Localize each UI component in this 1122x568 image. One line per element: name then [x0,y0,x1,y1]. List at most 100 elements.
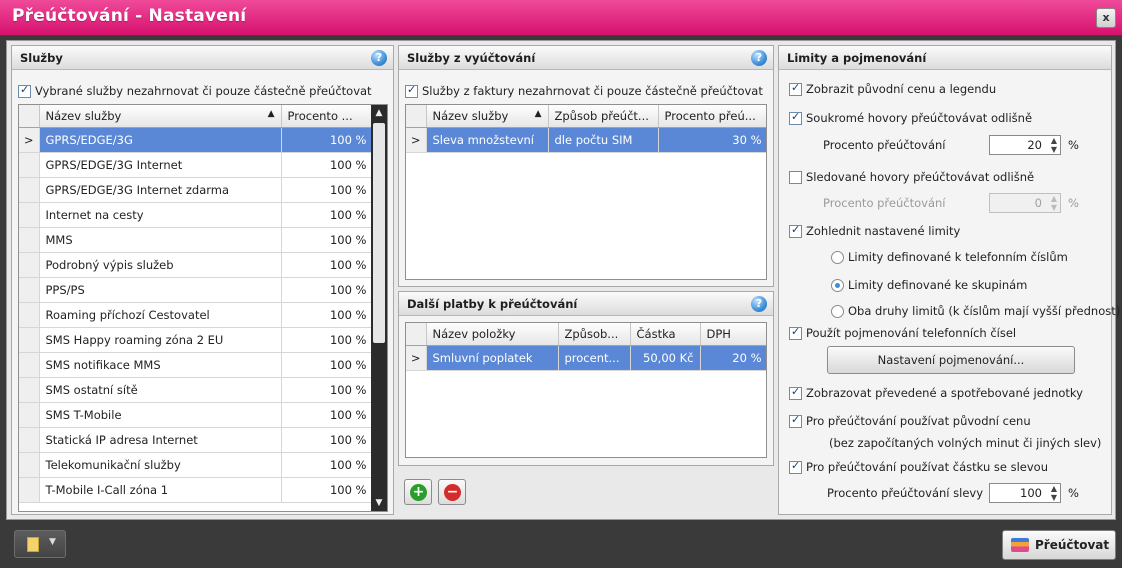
cell-service-name[interactable]: SMS Happy roaming zóna 2 EU [39,327,282,353]
cell-percent[interactable]: 100 % [281,152,374,178]
services-filter-checkbox-row[interactable]: Vybrané služby nezahrnovat či pouze část… [18,80,372,102]
stepper-arrows-icon[interactable]: ▲ ▼ [1051,194,1057,212]
use-discount-checkbox[interactable] [789,459,802,474]
billing-filter-checkbox[interactable] [405,83,418,98]
table-row[interactable]: T-Mobile I-Call zóna 1 100 % [19,477,374,503]
remove-payment-button[interactable]: − [438,479,466,505]
cell-service-name[interactable]: SMS notifikace MMS [39,352,282,378]
table-row[interactable]: SMS notifikace MMS 100 % [19,352,374,378]
cell-service-name[interactable]: MMS [39,227,282,253]
cell-vat[interactable]: 20 % [700,345,766,371]
radio-group-limits-row[interactable]: Limity definované ke skupinám [831,274,1027,296]
radio-phone-limits-row[interactable]: Limity definované k telefonním číslům [831,246,1068,268]
monitored-percent-stepper[interactable]: 0 ▲ ▼ [989,193,1061,213]
cell-service-name[interactable]: Podrobný výpis služeb [39,252,282,278]
dropdown-arrow-icon[interactable]: ▼ [49,537,56,547]
cell-percent[interactable]: 30 % [658,127,766,153]
close-button[interactable]: x [1096,8,1116,28]
private-calls-checkbox[interactable] [789,110,802,125]
help-icon[interactable]: ? [371,50,387,66]
cell-service-name[interactable]: SMS T-Mobile [39,402,282,428]
table-row[interactable]: Roaming příchozí Cestovatel 100 % [19,302,374,328]
table-row[interactable]: MMS 100 % [19,227,374,253]
table-row[interactable]: Telekomunikační služby 100 % [19,452,374,478]
naming-settings-button[interactable]: Nastavení pojmenování... [827,346,1075,374]
cell-service-name[interactable]: T-Mobile I-Call zóna 1 [39,477,282,503]
column-header-method[interactable]: Způsob přeúčt... [548,105,659,128]
discount-percent-stepper[interactable]: 100 ▲ ▼ [989,483,1061,503]
use-original-price-checkbox[interactable] [789,413,802,428]
billing-grid[interactable]: Název služby ▲ Způsob přeúčt... Procento … [405,104,767,280]
extra-payments-grid[interactable]: Název položky Způsob... Částka DPH > Smlu… [405,322,767,458]
radio-both-limits[interactable] [831,304,844,318]
stepper-arrows-icon[interactable]: ▲ ▼ [1051,484,1057,502]
cell-percent[interactable]: 100 % [281,452,374,478]
use-phone-names-row[interactable]: Použít pojmenování telefonních čísel [789,322,1016,344]
cell-service-name[interactable]: Internet na cesty [39,202,282,228]
cell-method[interactable]: dle počtu SIM [548,127,659,153]
private-percent-stepper[interactable]: 20 ▲ ▼ [989,135,1061,155]
table-row[interactable]: SMS ostatní sítě 100 % [19,377,374,403]
billing-filter-checkbox-row[interactable]: Služby z faktury nezahrnovat či pouze čá… [405,80,763,102]
cell-service-name[interactable]: GPRS/EDGE/3G [39,127,282,153]
column-header-amount[interactable]: Částka [630,323,701,346]
use-discount-row[interactable]: Pro přeúčtování používat částku se slevo… [789,456,1048,478]
cell-service-name[interactable]: Roaming příchozí Cestovatel [39,302,282,328]
table-row[interactable]: GPRS/EDGE/3G Internet zdarma 100 % [19,177,374,203]
column-header-vat[interactable]: DPH [700,323,766,346]
column-header-percent[interactable]: Procento ... [281,105,374,128]
radio-phone-limits[interactable] [831,250,844,264]
respect-limits-row[interactable]: Zohlednit nastavené limity [789,220,960,242]
use-original-price-row[interactable]: Pro přeúčtování používat původní cenu [789,410,1031,432]
radio-group-limits[interactable] [831,278,844,292]
cell-percent[interactable]: 100 % [281,477,374,503]
cell-percent[interactable]: 100 % [281,252,374,278]
services-grid[interactable]: Název služby ▲ Procento ... > GPRS/EDGE/3G… [18,104,388,512]
table-row[interactable]: PPS/PS 100 % [19,277,374,303]
cell-service-name[interactable]: Statická IP adresa Internet [39,427,282,453]
cell-percent[interactable]: 100 % [281,202,374,228]
table-row[interactable]: SMS Happy roaming zóna 2 EU 100 % [19,327,374,353]
cell-percent[interactable]: 100 % [281,327,374,353]
private-calls-row[interactable]: Soukromé hovory přeúčtovávat odlišně [789,107,1032,129]
cell-percent[interactable]: 100 % [281,177,374,203]
scroll-thumb[interactable] [373,123,385,343]
table-row[interactable]: GPRS/EDGE/3G Internet 100 % [19,152,374,178]
cell-percent[interactable]: 100 % [281,402,374,428]
table-row[interactable]: Podrobný výpis služeb 100 % [19,252,374,278]
cell-service-name[interactable]: PPS/PS [39,277,282,303]
cell-percent[interactable]: 100 % [281,427,374,453]
table-row[interactable]: > Smluvní poplatek procent... 50,00 Kč 20 % [406,345,766,371]
cell-service-name[interactable]: GPRS/EDGE/3G Internet zdarma [39,177,282,203]
show-units-checkbox[interactable] [789,385,802,400]
use-phone-names-checkbox[interactable] [789,325,802,340]
table-row[interactable]: SMS T-Mobile 100 % [19,402,374,428]
column-header-service-name[interactable]: Název služby ▲ [426,105,549,128]
radio-both-limits-row[interactable]: Oba druhy limitů (k číslům mají vyšší př… [831,300,1120,322]
notes-menu-button[interactable]: ▼ [14,530,66,558]
monitored-calls-checkbox[interactable] [789,170,802,184]
column-header-item-name[interactable]: Název položky [426,323,559,346]
table-row[interactable]: > GPRS/EDGE/3G 100 % [19,127,374,153]
table-row[interactable]: Internet na cesty 100 % [19,202,374,228]
respect-limits-checkbox[interactable] [789,223,802,238]
services-scrollbar[interactable]: ▲ ▼ [371,105,387,511]
cell-service-name[interactable]: GPRS/EDGE/3G Internet [39,152,282,178]
cell-percent[interactable]: 100 % [281,352,374,378]
cell-amount[interactable]: 50,00 Kč [630,345,701,371]
rebill-button[interactable]: Přeúčtovat [1002,530,1116,560]
column-header-service-name[interactable]: Název služby ▲ [39,105,282,128]
cell-item-name[interactable]: Smluvní poplatek [426,345,559,371]
cell-percent[interactable]: 100 % [281,227,374,253]
cell-method[interactable]: procent... [558,345,631,371]
cell-percent[interactable]: 100 % [281,302,374,328]
show-original-price-checkbox[interactable] [789,81,802,96]
help-icon[interactable]: ? [751,50,767,66]
cell-service-name[interactable]: Telekomunikační služby [39,452,282,478]
scroll-up-icon[interactable]: ▲ [371,105,387,121]
column-header-method[interactable]: Způsob... [558,323,631,346]
show-units-row[interactable]: Zobrazovat převedené a spotřebované jedn… [789,382,1083,404]
column-header-percent[interactable]: Procento přeú... [658,105,766,128]
scroll-down-icon[interactable]: ▼ [371,495,387,511]
stepper-arrows-icon[interactable]: ▲ ▼ [1051,136,1057,154]
